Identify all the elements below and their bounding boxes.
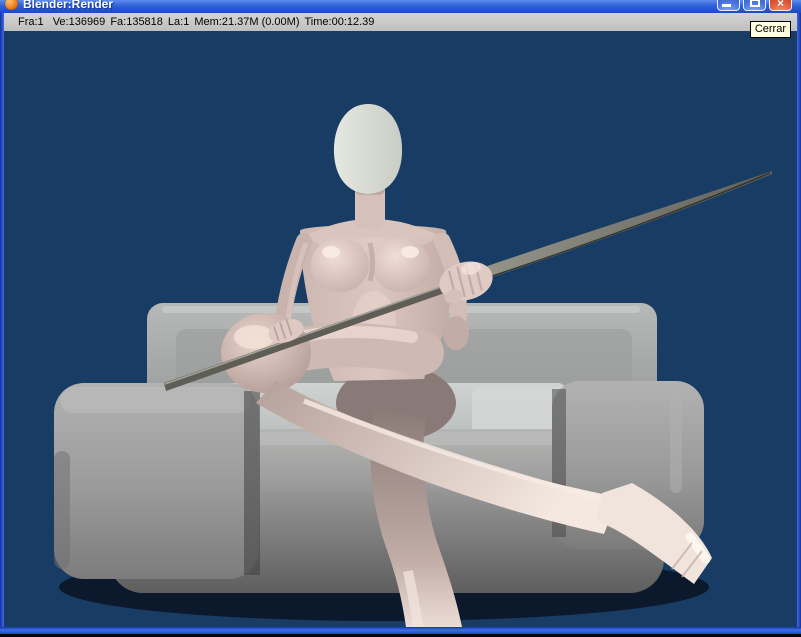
close-icon: × — [776, 0, 784, 10]
stat-lamps: La:1 — [167, 16, 190, 28]
render-viewport — [4, 31, 797, 627]
minimize-button[interactable] — [717, 0, 740, 11]
stat-memory: Mem:21.37M (0.00M) — [194, 16, 300, 28]
window-title: Blender:Render — [23, 0, 114, 11]
window-resize-left[interactable] — [0, 13, 4, 627]
figure-chest — [311, 238, 369, 292]
minimize-icon — [722, 4, 731, 7]
window-controls: × — [717, 0, 792, 11]
render-stats-bar: Fra:1 Ve:136969 Fa:135818 La:1 Mem:21.37… — [4, 13, 797, 31]
window-resize-right[interactable] — [797, 13, 801, 627]
render-scene — [4, 31, 797, 627]
blender-app-icon[interactable] — [5, 0, 18, 10]
stat-frame: Fra:1 — [18, 16, 44, 28]
couch-left-armrest — [54, 383, 260, 579]
window-titlebar[interactable]: Blender:Render — [0, 0, 801, 14]
close-tooltip: Cerrar — [749, 21, 791, 38]
figure-head — [333, 104, 403, 194]
maximize-icon — [750, 0, 760, 7]
stat-faces: Fa:135818 — [110, 16, 163, 28]
close-button[interactable]: × — [769, 0, 792, 11]
window-resize-bottom[interactable] — [0, 627, 801, 634]
maximize-button[interactable] — [743, 0, 766, 11]
stat-time: Time:00:12.39 — [304, 16, 375, 28]
stat-vertices: Ve:136969 — [52, 16, 106, 28]
